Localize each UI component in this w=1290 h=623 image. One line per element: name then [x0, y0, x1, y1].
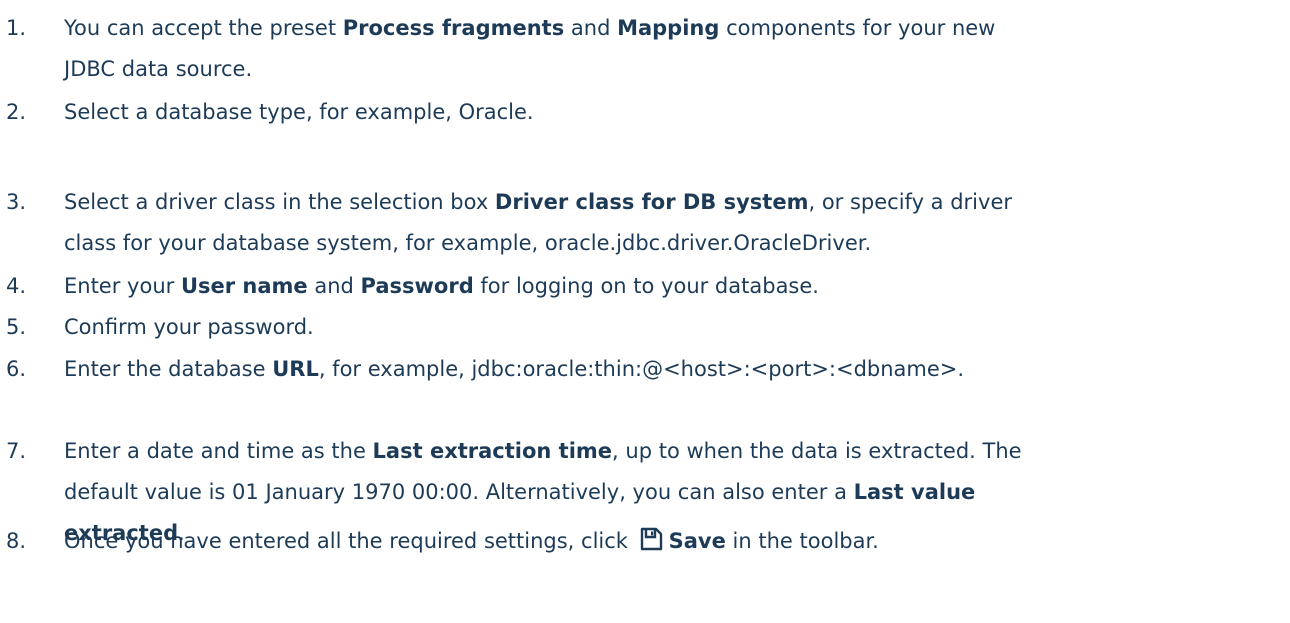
save-icon — [640, 527, 662, 551]
step-text: Select a database type, for example, Ora… — [64, 92, 1264, 133]
ui-term: User name — [180, 274, 308, 298]
step-text-segment: JDBC data source. — [64, 57, 253, 81]
instructions-document: 1. You can accept the preset Process frag… — [0, 0, 1290, 623]
step-line: Select a database type, for example, Ora… — [64, 92, 1264, 133]
step-line: Enter the database URL, for example, jdb… — [64, 349, 1264, 390]
step-line: You can accept the preset Process fragme… — [64, 8, 1264, 49]
ui-term: Mapping — [617, 16, 720, 40]
step-line: Once you have entered all the required s… — [64, 521, 1264, 562]
step-line: Select a driver class in the selection b… — [64, 182, 1264, 223]
step-text-segment: components for your new — [719, 16, 996, 40]
step-text-segment: You can accept the preset — [64, 16, 343, 40]
step-text-segment: , up to when the data is extracted. The — [612, 439, 1022, 463]
step-text-segment: and — [564, 16, 618, 40]
ui-term: URL — [272, 357, 319, 381]
step-line: Enter your User name and Password for lo… — [64, 266, 1264, 307]
step-text-segment: Confirm your password. — [64, 315, 314, 339]
step-text-segment: default value is 01 January 1970 00:00. … — [64, 480, 854, 504]
ui-term: Save — [668, 529, 726, 553]
step-text-segment: class for your database system, for exam… — [64, 231, 872, 255]
step-text: Enter your User name and Password for lo… — [64, 266, 1264, 307]
step-text: Select a driver class in the selection b… — [64, 182, 1264, 264]
step-text: Once you have entered all the required s… — [64, 521, 1264, 562]
step-text-segment: Select a database type, for example, Ora… — [64, 100, 534, 124]
ui-term: Driver class for DB system — [494, 190, 809, 214]
step-line: Confirm your password. — [64, 307, 1264, 348]
step-number: 7. — [6, 439, 27, 463]
step-line: JDBC data source. — [64, 49, 1264, 90]
step-text-segment: , or specify a driver — [808, 190, 1012, 214]
step-number: 8. — [6, 529, 27, 553]
step-text-segment: Enter your — [64, 274, 181, 298]
step-text: Confirm your password. — [64, 307, 1264, 348]
step-number: 6. — [6, 357, 27, 381]
ui-term: Process fragments — [342, 16, 565, 40]
step-text: You can accept the preset Process fragme… — [64, 8, 1264, 90]
step-number: 2. — [6, 100, 27, 124]
ui-term: Last extraction time — [372, 439, 613, 463]
step-text-segment: Enter the database — [64, 357, 273, 381]
step-number: 3. — [6, 190, 27, 214]
ui-term: Last value — [853, 480, 976, 504]
step-text-segment: Enter a date and time as the — [64, 439, 373, 463]
step-text: Enter the database URL, for example, jdb… — [64, 349, 1264, 390]
step-text-segment: and — [307, 274, 361, 298]
step-number: 5. — [6, 315, 27, 339]
step-text-segment: Select a driver class in the selection b… — [64, 190, 495, 214]
step-line: Enter a date and time as the Last extrac… — [64, 431, 1264, 472]
ui-term: Password — [360, 274, 474, 298]
step-number: 4. — [6, 274, 27, 298]
step-text-segment: , for example, jdbc:oracle:thin:@<host>:… — [318, 357, 965, 381]
step-line: default value is 01 January 1970 00:00. … — [64, 472, 1264, 513]
step-line: class for your database system, for exam… — [64, 223, 1264, 264]
step-text-segment: Once you have entered all the required s… — [64, 529, 635, 553]
step-text-segment: in the toolbar. — [725, 529, 879, 553]
step-number: 1. — [6, 16, 27, 40]
step-text-segment: for logging on to your database. — [473, 274, 819, 298]
